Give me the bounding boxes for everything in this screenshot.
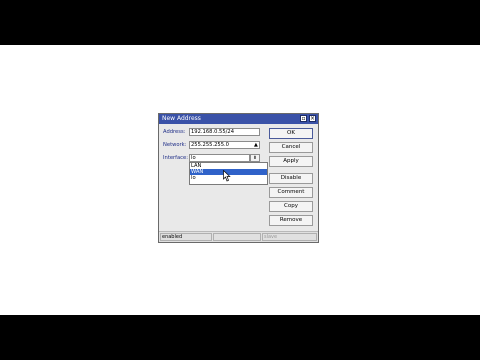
ok-button[interactable]: OK	[269, 128, 313, 139]
network-label: Network:	[163, 142, 187, 148]
status-middle	[213, 233, 261, 241]
disable-button[interactable]: Disable	[269, 173, 313, 184]
dialog-titlebar[interactable]: New Address ▫ ×	[159, 114, 318, 124]
status-slave: slave	[262, 233, 317, 241]
address-field[interactable]: 192.168.0.55/24	[189, 128, 260, 136]
interface-label: Interface:	[163, 155, 188, 161]
network-field[interactable]: 255.255.255.0	[189, 141, 260, 149]
status-bar: enabled slave	[159, 231, 318, 242]
maximize-icon[interactable]: ▫	[300, 115, 307, 122]
comment-button[interactable]: Comment	[269, 187, 313, 198]
new-address-dialog: New Address ▫ × Address: 192.168.0.55/24…	[158, 113, 319, 243]
copy-button[interactable]: Copy	[269, 201, 313, 212]
apply-button[interactable]: Apply	[269, 156, 313, 167]
collapse-arrow-icon[interactable]: ▲	[254, 142, 258, 148]
dialog-title: New Address	[162, 115, 201, 122]
dropdown-arrow-icon[interactable]: ⇟	[250, 154, 260, 162]
interface-select[interactable]: lo	[189, 154, 250, 162]
remove-button[interactable]: Remove	[269, 215, 313, 226]
mouse-cursor-icon	[223, 170, 231, 182]
status-state: enabled	[160, 233, 212, 241]
close-icon[interactable]: ×	[309, 115, 316, 122]
cancel-button[interactable]: Cancel	[269, 142, 313, 153]
address-label: Address:	[163, 129, 186, 135]
letterbox-top	[0, 0, 480, 45]
letterbox-bottom	[0, 315, 480, 360]
